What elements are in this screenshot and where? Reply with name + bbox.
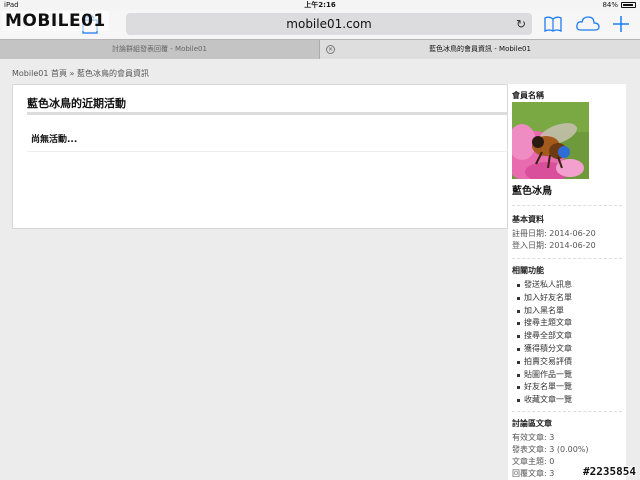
avatar[interactable] bbox=[504, 102, 589, 183]
total-posts: 發表文章: 3 (0.00%) bbox=[512, 445, 589, 454]
cloud-tabs-icon[interactable] bbox=[575, 14, 601, 34]
tab-bar: 討論群組發表回覆 - Mobile01 × 藍色冰鳥的會員資訊 - Mobile… bbox=[0, 39, 640, 59]
tab-label: 藍色冰鳥的會員資訊 - Mobile01 bbox=[429, 45, 531, 53]
battery-percent: 84% bbox=[602, 1, 618, 9]
tab-reply[interactable]: 討論群組發表回覆 - Mobile01 bbox=[0, 40, 320, 59]
function-link-gallery[interactable]: 貼圖作品一覽 bbox=[512, 369, 572, 382]
username: 藍色冰鳥 bbox=[512, 186, 552, 197]
register-date: 註冊日期: 2014-06-20 bbox=[512, 229, 596, 238]
reload-icon[interactable]: ↻ bbox=[516, 13, 526, 35]
site-logo: MOBILE01 bbox=[2, 11, 109, 31]
bookmarks-icon[interactable] bbox=[543, 14, 563, 34]
divider bbox=[27, 151, 511, 152]
divider bbox=[512, 205, 622, 206]
activity-title: 藍色冰鳥的近期活動 bbox=[27, 97, 126, 110]
activity-empty-text: 尚無活動... bbox=[31, 135, 78, 145]
topic-count: 文章主題: 0 bbox=[512, 457, 555, 466]
forum-stats-heading: 討論區文章 bbox=[512, 419, 552, 428]
function-link-scored-posts[interactable]: 獲得積分文章 bbox=[512, 343, 572, 356]
divider bbox=[512, 411, 622, 412]
login-date: 登入日期: 2014-06-20 bbox=[512, 241, 596, 250]
page-content: Mobile01 首頁 » 藍色冰鳥的會員資訊 藍色冰鳥的近期活動 尚無活動..… bbox=[0, 59, 640, 480]
tab-member-info[interactable]: × 藍色冰鳥的會員資訊 - Mobile01 bbox=[320, 40, 640, 59]
function-link-favorites[interactable]: 收藏文章一覽 bbox=[512, 394, 572, 407]
address-bar[interactable]: mobile01.com ↻ bbox=[126, 13, 532, 35]
valid-posts: 有效文章: 3 bbox=[512, 433, 555, 442]
browser-toolbar: ‹ › MOBILE01 mobile01.com ↻ bbox=[0, 10, 640, 39]
member-name-label: 會員名稱 bbox=[512, 91, 544, 100]
forum-stats-section: 討論區文章 有效文章: 3 發表文章: 3 (0.00%) 文章主題: 0 回覆… bbox=[512, 418, 589, 480]
watermark: #2235854 bbox=[583, 465, 636, 478]
activity-panel: 藍色冰鳥的近期活動 尚無活動... bbox=[12, 84, 511, 229]
url-text: mobile01.com bbox=[286, 17, 372, 31]
function-link-add-blacklist[interactable]: 加入黑名單 bbox=[512, 305, 572, 318]
breadcrumb[interactable]: Mobile01 首頁 » 藍色冰鳥的會員資訊 bbox=[12, 68, 149, 79]
functions-list: 發送私人訊息 加入好友名單 加入黑名單 搜尋主題文章 搜尋全部文章 獲得積分文章… bbox=[512, 279, 572, 407]
function-link-add-friend[interactable]: 加入好友名單 bbox=[512, 292, 572, 305]
divider bbox=[512, 258, 622, 259]
battery-status: 84% bbox=[602, 0, 636, 10]
status-bar: iPad 上午2:16 84% bbox=[0, 0, 640, 10]
new-tab-icon[interactable] bbox=[612, 14, 630, 34]
tab-label: 討論群組發表回覆 - Mobile01 bbox=[112, 45, 207, 53]
divider bbox=[27, 112, 511, 115]
close-icon[interactable]: × bbox=[326, 45, 335, 54]
functions-section: 相關功能 發送私人訊息 加入好友名單 加入黑名單 搜尋主題文章 搜尋全部文章 獲… bbox=[512, 265, 572, 407]
member-sidebar: 會員名稱 藍色冰鳥 基本資料 註冊日期: 2014-06-20 登入日期: 20… bbox=[504, 84, 626, 480]
reply-count: 回覆文章: 3 bbox=[512, 469, 555, 478]
function-link-search-topics[interactable]: 搜尋主題文章 bbox=[512, 317, 572, 330]
function-link-auction-ratings[interactable]: 拍賣交易評價 bbox=[512, 356, 572, 369]
battery-icon bbox=[621, 2, 636, 8]
function-link-friend-list[interactable]: 好友名單一覽 bbox=[512, 381, 572, 394]
function-link-search-all[interactable]: 搜尋全部文章 bbox=[512, 330, 572, 343]
basic-info-heading: 基本資料 bbox=[512, 215, 544, 224]
function-link-send-message[interactable]: 發送私人訊息 bbox=[512, 279, 572, 292]
functions-heading: 相關功能 bbox=[512, 266, 544, 275]
basic-info-section: 基本資料 註冊日期: 2014-06-20 登入日期: 2014-06-20 bbox=[512, 214, 596, 252]
status-time: 上午2:16 bbox=[304, 1, 336, 9]
